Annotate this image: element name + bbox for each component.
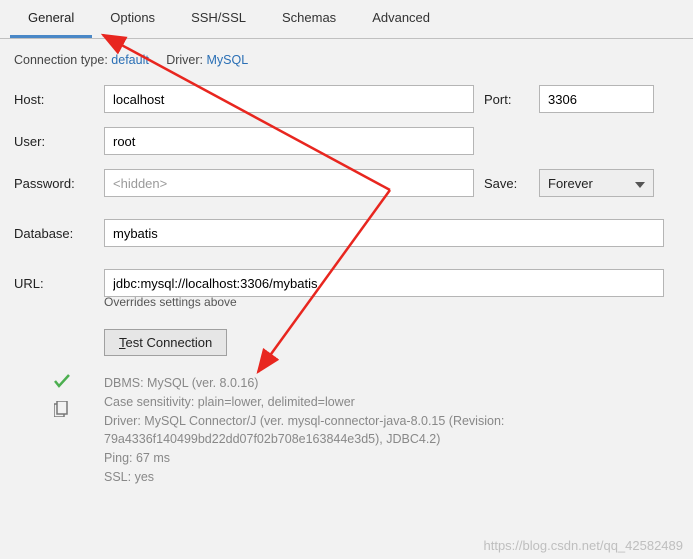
info-ssl: SSL: yes bbox=[104, 468, 644, 487]
chevron-down-icon bbox=[635, 176, 645, 191]
info-case: Case sensitivity: plain=lower, delimited… bbox=[104, 393, 644, 412]
host-label: Host: bbox=[14, 92, 104, 107]
tab-advanced[interactable]: Advanced bbox=[354, 0, 448, 38]
driver-link[interactable]: MySQL bbox=[207, 53, 249, 67]
copy-icon[interactable] bbox=[54, 401, 104, 420]
user-label: User: bbox=[14, 134, 104, 149]
save-mode-value: Forever bbox=[548, 176, 593, 191]
pane-general: Connection type: default Driver: MySQL H… bbox=[0, 39, 693, 497]
info-driver: Driver: MySQL Connector/J (ver. mysql-co… bbox=[104, 412, 644, 450]
tab-sshssl[interactable]: SSH/SSL bbox=[173, 0, 264, 38]
user-input[interactable] bbox=[104, 127, 474, 155]
test-connection-button[interactable]: Test Connection bbox=[104, 329, 227, 356]
database-label: Database: bbox=[14, 226, 104, 241]
tab-options[interactable]: Options bbox=[92, 0, 173, 38]
url-override-note: Overrides settings above bbox=[104, 295, 679, 309]
connection-summary: Connection type: default Driver: MySQL bbox=[14, 53, 679, 67]
conn-type-label: Connection type: bbox=[14, 53, 108, 67]
tab-schemas[interactable]: Schemas bbox=[264, 0, 354, 38]
conn-type-link[interactable]: default bbox=[111, 53, 149, 67]
check-icon bbox=[54, 374, 104, 391]
save-label: Save: bbox=[484, 176, 539, 191]
info-dbms: DBMS: MySQL (ver. 8.0.16) bbox=[104, 374, 644, 393]
tab-general[interactable]: General bbox=[10, 0, 92, 38]
watermark: https://blog.csdn.net/qq_42582489 bbox=[484, 538, 684, 553]
database-input[interactable] bbox=[104, 219, 664, 247]
save-mode-select[interactable]: Forever bbox=[539, 169, 654, 197]
info-ping: Ping: 67 ms bbox=[104, 449, 644, 468]
password-input[interactable] bbox=[104, 169, 474, 197]
url-label: URL: bbox=[14, 276, 104, 291]
url-input[interactable] bbox=[104, 269, 664, 297]
connection-info: DBMS: MySQL (ver. 8.0.16) Case sensitivi… bbox=[104, 374, 644, 487]
port-input[interactable] bbox=[539, 85, 654, 113]
password-label: Password: bbox=[14, 176, 104, 191]
test-label: est Connection bbox=[126, 335, 213, 350]
host-input[interactable] bbox=[104, 85, 474, 113]
port-label: Port: bbox=[484, 92, 539, 107]
tabs-bar: General Options SSH/SSL Schemas Advanced bbox=[0, 0, 693, 39]
driver-label: Driver: bbox=[166, 53, 203, 67]
